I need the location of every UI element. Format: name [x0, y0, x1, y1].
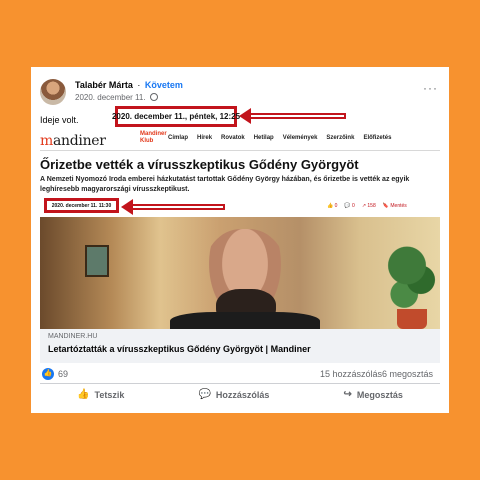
thumbs-up-icon: 👍 — [77, 389, 90, 400]
share-button[interactable]: ↪ Megosztás — [344, 389, 403, 400]
post-header: Talabér Márta · Követem 2020. december 1… — [40, 79, 440, 111]
globe-icon — [149, 93, 158, 101]
article-lead: A Nemzeti Nyomozó Iroda emberei házkutat… — [40, 176, 410, 193]
share-label: Megosztás — [356, 389, 403, 400]
annotation-arrow-top — [239, 108, 346, 124]
article-headline: Őrizetbe vették a vírusszkeptikus Gődény… — [40, 157, 359, 172]
nav-item-szerzoink[interactable]: Szerzőink — [326, 135, 354, 141]
nav-item-cimlap[interactable]: Címlap — [168, 135, 188, 141]
social-comment-count[interactable]: 💬 0 — [344, 203, 354, 209]
annotation-box-post-time: 2020. december 11., péntek, 12:25 — [112, 106, 240, 127]
mandiner-club-link[interactable]: Mandiner Klub — [140, 131, 167, 145]
comment-label: Hozzászólás — [215, 389, 270, 400]
nav-item-rovatok[interactable]: Rovatok — [221, 135, 245, 141]
annotation-arrow-bottom — [121, 199, 225, 215]
share-arrow-icon: ↪ — [343, 389, 352, 400]
post-text: Ideje volt. — [40, 115, 79, 125]
follow-button[interactable]: Követem — [145, 80, 183, 90]
site-nav-items: Címlap Hírek Rovatok Hetilap Vélemények … — [168, 135, 391, 141]
nav-item-velemenyek[interactable]: Vélemények — [283, 135, 318, 141]
separator-dot: · — [137, 80, 141, 90]
bookmark-icon: 🔖 — [382, 203, 389, 209]
nav-item-hetilap[interactable]: Hetilap — [254, 135, 274, 141]
like-reaction-icon: 👍 — [42, 368, 54, 380]
post-actions: 👍 Tetszik 💬 Hozzászólás ↪ Megosztás — [40, 383, 440, 405]
likes-count[interactable]: 69 — [58, 369, 68, 379]
shares-count[interactable]: 6 megosztás — [382, 369, 433, 379]
man-shirt — [170, 312, 320, 329]
mandiner-site-nav: mandiner Mandiner Klub Címlap Hírek Rovat… — [40, 129, 440, 151]
comment-button[interactable]: 💬 Hozzászólás — [198, 389, 269, 400]
facebook-post-card: Talabér Márta · Követem 2020. december 1… — [31, 67, 449, 413]
share-icon: ↗ — [361, 203, 367, 209]
more-options-icon[interactable]: ··· — [423, 81, 438, 95]
reaction-counts: 👍 69 15 hozzászólás 6 megosztás — [40, 367, 440, 383]
annotation-box-article-time: 2020. december 11. 11:30 — [44, 198, 119, 213]
comment-bubble-icon: 💬 — [198, 389, 211, 400]
article-image[interactable] — [40, 217, 440, 329]
wall-picture — [85, 245, 109, 277]
nav-item-elofizetes[interactable]: Előfizetés — [363, 135, 391, 141]
thumb-icon: 👍 — [327, 203, 334, 209]
link-preview-footer[interactable]: MANDINER.HU Letartóztatták a vírusszkept… — [40, 329, 440, 363]
mandiner-logo: mandiner — [40, 133, 106, 149]
social-share-count[interactable]: ↗ 158 — [362, 203, 376, 209]
social-save[interactable]: 🔖 Mentés — [383, 203, 407, 209]
author-name[interactable]: Talabér Márta — [75, 80, 133, 90]
social-like-count[interactable]: 👍 0 — [327, 203, 337, 209]
link-title[interactable]: Letartóztatták a vírusszkeptikus Gődény … — [48, 344, 311, 354]
like-button[interactable]: 👍 Tetszik — [77, 389, 124, 400]
plant-pot — [397, 309, 427, 329]
avatar[interactable] — [40, 79, 66, 105]
comments-count[interactable]: 15 hozzászólás — [320, 369, 382, 379]
article-social-row: 👍 0 💬 0 ↗ 158 🔖 Mentés — [327, 203, 407, 209]
nav-item-hirek[interactable]: Hírek — [197, 135, 212, 141]
author-line: Talabér Márta · Követem — [75, 80, 183, 90]
post-meta: 2020. december 11. — [75, 93, 158, 102]
like-label: Tetszik — [94, 389, 125, 400]
post-date[interactable]: 2020. december 11. — [75, 93, 146, 102]
comment-icon: 💬 — [344, 203, 351, 209]
link-domain: MANDINER.HU — [48, 333, 98, 340]
